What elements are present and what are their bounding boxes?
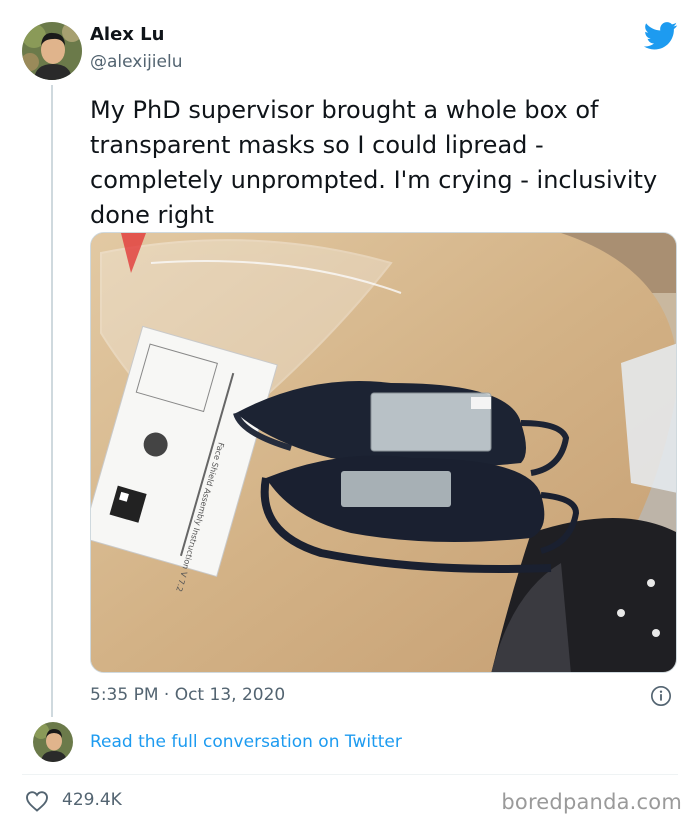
tweet-text: My PhD supervisor brought a whole box of… xyxy=(90,96,658,229)
reply-avatar[interactable] xyxy=(33,722,73,762)
like-count: 429.4K xyxy=(62,790,122,810)
watermark: boredpanda.com xyxy=(501,790,682,814)
tweet-card: Alex Lu @alexijielu My PhD supervisor br… xyxy=(0,0,700,826)
author-name[interactable]: Alex Lu xyxy=(90,24,164,45)
divider xyxy=(22,774,678,775)
tweet-timestamp[interactable]: 5:35 PM · Oct 13, 2020 xyxy=(90,685,285,705)
tweet-photo[interactable]: Face Shield Assembly Instruction V 7.2 xyxy=(90,232,677,673)
author-handle[interactable]: @alexijielu xyxy=(90,52,183,72)
thread-line xyxy=(51,85,53,717)
avatar[interactable] xyxy=(22,22,82,80)
info-icon[interactable] xyxy=(650,685,672,707)
heart-icon[interactable] xyxy=(25,790,49,812)
read-conversation-link[interactable]: Read the full conversation on Twitter xyxy=(90,732,402,752)
twitter-bird-icon[interactable] xyxy=(644,22,678,50)
